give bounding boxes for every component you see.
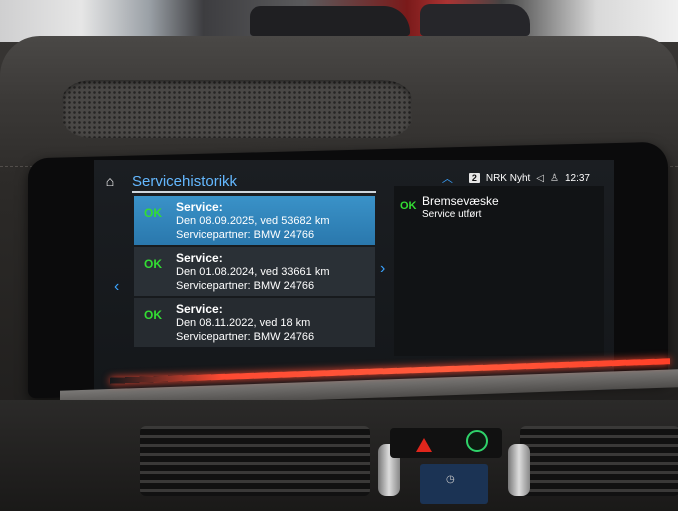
air-vent-right — [520, 426, 678, 496]
service-label: Service: — [176, 251, 223, 265]
hazard-button-icon[interactable] — [416, 438, 432, 452]
service-list: OK Service: Den 08.09.2025, ved 53682 km… — [134, 196, 375, 349]
service-partner: Servicepartner: BMW 24766 — [176, 229, 315, 241]
ok-status: OK — [144, 257, 162, 271]
title-underline — [132, 191, 376, 193]
green-status-button[interactable] — [466, 430, 488, 452]
clock-icon: ◷ — [446, 474, 455, 485]
idrive-screen: ⌂ Servicehistorikk ︿ 2 NRK Nyht ◁ ♙ 12:3… — [94, 160, 614, 390]
service-label: Service: — [176, 200, 223, 214]
station-name: NRK Nyht — [485, 172, 531, 184]
status-bar: ︿ 2 NRK Nyht ◁ ♙ 12:37 — [442, 170, 590, 186]
service-date: Den 08.09.2025, ved 53682 km — [176, 215, 330, 227]
service-row[interactable]: OK Service: Den 08.11.2022, ved 18 km Se… — [134, 298, 375, 347]
service-date: Den 01.08.2024, ved 33661 km — [176, 266, 330, 278]
detail-sub: Service utført — [422, 209, 482, 220]
channel-number: 2 — [468, 173, 480, 183]
page-title: Servicehistorikk — [132, 173, 238, 190]
chevron-left-icon[interactable]: ‹ — [114, 278, 119, 296]
air-vent-left — [140, 426, 370, 496]
detail-panel: OK Bremsevæske Service utført — [394, 186, 604, 356]
ok-status: OK — [400, 200, 417, 212]
clock: 12:37 — [564, 172, 590, 184]
ok-status: OK — [144, 308, 162, 322]
service-partner: Servicepartner: BMW 24766 — [176, 331, 315, 343]
speaker-mute-icon: ◁ — [536, 172, 544, 184]
service-row[interactable]: OK Service: Den 08.09.2025, ved 53682 km… — [134, 196, 375, 245]
chevron-right-icon[interactable]: › — [380, 260, 385, 278]
background-car — [250, 6, 410, 36]
chevron-up-icon[interactable]: ︿ — [442, 170, 453, 186]
user-profile-icon: ♙ — [550, 172, 559, 184]
home-icon[interactable]: ⌂ — [98, 170, 122, 192]
car-dashboard-photo: ⌂ Servicehistorikk ︿ 2 NRK Nyht ◁ ♙ 12:3… — [0, 0, 678, 511]
background-car — [420, 4, 530, 36]
service-date: Den 08.11.2022, ved 18 km — [176, 317, 311, 329]
ok-status: OK — [144, 206, 162, 220]
service-partner: Servicepartner: BMW 24766 — [176, 280, 315, 292]
speaker-grille — [62, 80, 412, 138]
detail-name: Bremsevæske — [422, 194, 499, 208]
service-row[interactable]: OK Service: Den 01.08.2024, ved 33661 km… — [134, 247, 375, 296]
service-label: Service: — [176, 302, 223, 316]
vent-knob[interactable] — [508, 444, 530, 496]
